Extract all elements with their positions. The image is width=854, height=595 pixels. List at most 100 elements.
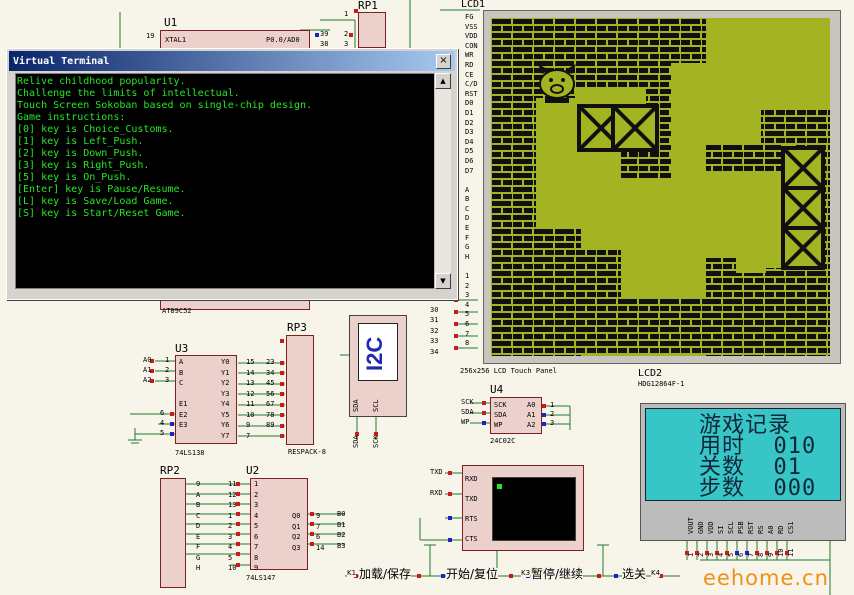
i2c-label: I2C	[362, 336, 387, 371]
i2c-icon: I2C	[358, 323, 398, 381]
lcd2-pin-label: SI	[717, 525, 725, 534]
rp1-label39: 39	[320, 30, 329, 38]
u2-pin: 3	[254, 501, 259, 509]
u2-left-nums: 11 12 13 1 2 3 4 5 10	[228, 481, 236, 576]
lcd2-pin-label: RD	[777, 525, 785, 534]
rs232-txd-tag: TXD	[430, 468, 443, 476]
i2c-scl-tag: SCK	[372, 435, 380, 448]
lcd2-pin-label: GND	[697, 521, 705, 534]
terminal-output[interactable]: Relive childhood popularity. Challenge t…	[15, 73, 435, 289]
rp1-pin1: 1	[344, 10, 349, 18]
close-button[interactable]: ×	[436, 54, 451, 69]
rp3-pin-num: 89	[266, 421, 275, 429]
rp3-ref: RP3	[287, 321, 307, 334]
rp2-chip[interactable]	[160, 478, 186, 588]
rp1-pin3: 3	[344, 40, 349, 48]
u4-in-sck: SCK	[461, 398, 474, 406]
lcd1-pin-labels: FG VSS VDD CON WR RD CE C/D RST D0 D1 D2 D3 D4 D5 D6 D7 A…	[465, 14, 478, 350]
switch-load-save[interactable]: 加载/保存	[359, 568, 412, 580]
terminal-line: [5] key is On_Push.	[17, 172, 132, 183]
rp3-pin-num: 23	[266, 358, 275, 366]
terminal-line: Game instructions:	[17, 112, 126, 123]
switch-k1-ref: K1	[347, 569, 357, 577]
switch-start-reset[interactable]: 开始/复位	[446, 568, 499, 580]
u2-pin-num: 2	[228, 522, 233, 530]
u4-ref: U4	[490, 383, 504, 396]
u2-pin-num: 9	[316, 512, 321, 520]
switch-k3-ref: K3	[521, 569, 531, 577]
lcd2-pin-label: SCL	[727, 521, 735, 534]
u3-in-num: 1	[165, 356, 170, 364]
u4-pin: SCK	[494, 401, 507, 409]
u2-pin: Q2	[292, 533, 301, 541]
lcd2-pin-num: 4	[717, 552, 725, 557]
u3-pin-num: 7	[246, 431, 251, 440]
scroll-up-icon[interactable]: ▲	[435, 73, 451, 89]
terminal-scrollbar[interactable]: ▲ ▼	[434, 73, 451, 289]
i2c-sda-pin: SDA	[352, 399, 360, 412]
switch-select-level[interactable]: 选关	[622, 568, 647, 580]
u3-in-a1: A1	[143, 366, 152, 374]
u1-ref: U1	[164, 16, 178, 29]
terminal-line: [S] key is Start/Reset Game.	[17, 208, 186, 219]
u3-ref: U3	[175, 342, 189, 355]
u1-part: AT89C52	[162, 307, 192, 315]
lcd2-pin-num: 11	[787, 548, 795, 557]
u3-in-num: 2	[165, 366, 170, 374]
u2-pin: Q3	[292, 543, 301, 552]
u3-left-pins: A B C E1 E2 E3	[179, 359, 187, 433]
i2c-sda-tag: SDA	[352, 435, 360, 448]
terminal-line: Touch Screen Sokoban based on single-chi…	[17, 100, 313, 111]
rp3-pin-num: 45	[266, 379, 275, 387]
u4-in-wp: WP	[461, 418, 470, 426]
u2-ref: U2	[246, 464, 260, 477]
u2-pin-num: 13	[228, 501, 237, 509]
u2-part: 74LS147	[246, 574, 276, 582]
rp1-chip[interactable]	[358, 12, 386, 48]
scroll-down-icon[interactable]: ▼	[435, 273, 451, 289]
lcd2-pin-num: 7	[747, 552, 755, 557]
lcd1-ref: LCD1	[461, 0, 486, 10]
u2-out: B2	[337, 531, 346, 539]
i2c-scl-pin: SCL	[372, 399, 380, 412]
u2-out: B3	[337, 541, 346, 550]
rs232-rxd-tag: RXD	[430, 489, 443, 497]
rs232-screen	[492, 477, 576, 541]
u2-left-letters: 9 A B C D E F G H	[196, 481, 200, 576]
virtual-terminal-window[interactable]: Virtual Terminal × Relive childhood popu…	[6, 48, 458, 300]
rp3-nums: 23 34 45 56 67 78 89	[266, 359, 274, 433]
terminal-title-bar[interactable]: Virtual Terminal	[9, 51, 455, 71]
cursor-icon	[497, 484, 502, 489]
lcd2-pin-num: 8	[757, 552, 765, 557]
lcd2-module: 游戏记录 用时 010 关数 01 步数 000	[640, 403, 846, 541]
u3-pin: E1	[179, 400, 188, 408]
terminal-line: [L] key is Save/Load Game.	[17, 196, 174, 207]
u2-right-nums: 9 7 6 14	[316, 513, 324, 555]
terminal-title: Virtual Terminal	[13, 55, 110, 67]
u3-pin: Y4	[221, 400, 230, 408]
lcd2-screen: 游戏记录 用时 010 关数 01 步数 000	[645, 408, 841, 501]
lcd2-pin-label: VOUT	[687, 517, 695, 534]
terminal-line: Relive childhood popularity.	[17, 76, 186, 87]
lcd2-ref: LCD2	[638, 368, 663, 379]
sokoban-lcd-screen[interactable]	[491, 18, 830, 358]
u2-pin-num: 14	[316, 543, 325, 552]
u1-port-numbers: 29 30 31 32 33 34	[430, 296, 438, 359]
switch-pause-resume[interactable]: 暂停/继续	[531, 568, 584, 580]
lcd2-part: HDG12864F-1	[638, 380, 685, 388]
u3-pin: A	[179, 358, 184, 366]
u2-line: 9	[196, 480, 201, 488]
u4-pin: A0	[527, 401, 536, 409]
rs232-txd-pin: TXD	[465, 495, 478, 503]
rs232-rxd-pin: RXD	[465, 475, 478, 483]
lcd2-pin-num: 10	[777, 548, 785, 557]
lcd2-pin-num: 2	[697, 552, 705, 557]
u3-e-num: 6	[160, 409, 165, 417]
u3-pin: Y2	[221, 379, 230, 387]
u2-pin-num: 11	[228, 480, 237, 488]
u3-pin-num: 11	[246, 400, 255, 408]
terminal-line: [1] key is Left_Push.	[17, 136, 144, 147]
lcd2-pin-num: 5	[727, 552, 735, 557]
rp3-chip[interactable]	[286, 335, 314, 445]
lcd1-pin-label: H	[465, 252, 470, 261]
